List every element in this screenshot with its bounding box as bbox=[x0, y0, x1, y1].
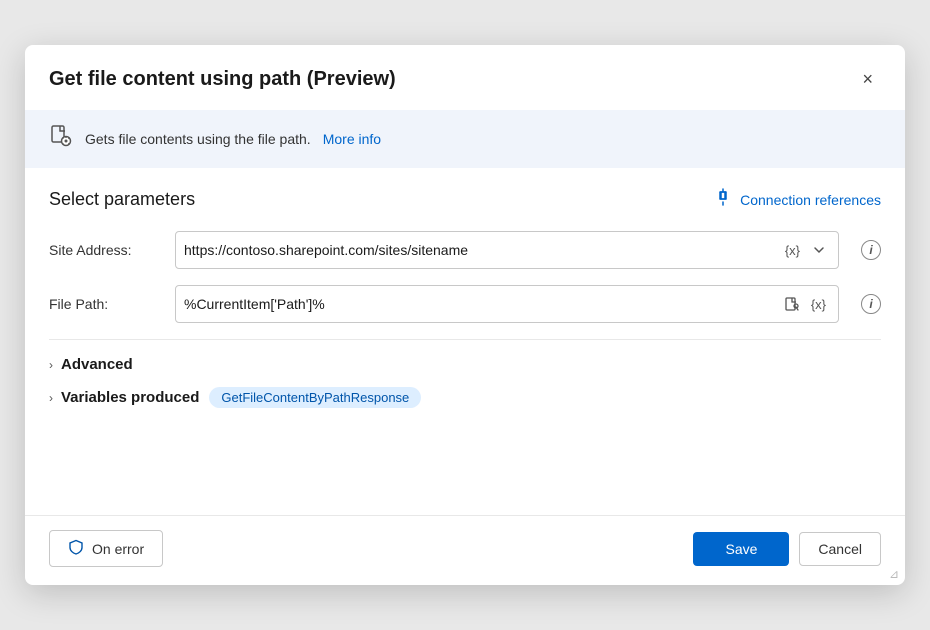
resize-handle: ⊿ bbox=[889, 567, 899, 581]
on-error-label: On error bbox=[92, 541, 144, 557]
file-icon bbox=[49, 124, 73, 154]
variables-row: › Variables produced GetFileContentByPat… bbox=[49, 387, 881, 408]
site-address-label: Site Address: bbox=[49, 242, 159, 258]
variables-section[interactable]: › Variables produced bbox=[49, 389, 199, 406]
site-address-controls: {x} bbox=[781, 241, 830, 260]
site-address-row: Site Address: {x} i bbox=[49, 231, 881, 269]
site-address-info-btn[interactable]: i bbox=[861, 240, 881, 260]
advanced-label: Advanced bbox=[61, 356, 133, 373]
variables-label: Variables produced bbox=[61, 389, 199, 406]
site-address-dropdown-btn[interactable] bbox=[808, 241, 830, 259]
save-button[interactable]: Save bbox=[693, 532, 789, 566]
variables-chevron-icon: › bbox=[49, 391, 53, 405]
more-info-link[interactable]: More info bbox=[323, 131, 381, 147]
shield-icon bbox=[68, 539, 84, 558]
site-address-input-wrapper[interactable]: {x} bbox=[175, 231, 839, 269]
section-title: Select parameters bbox=[49, 189, 195, 210]
file-path-info-btn[interactable]: i bbox=[861, 294, 881, 314]
advanced-chevron-icon: › bbox=[49, 358, 53, 372]
connection-ref-label: Connection references bbox=[740, 192, 881, 208]
connection-references-button[interactable]: Connection references bbox=[714, 188, 881, 211]
file-path-label: File Path: bbox=[49, 296, 159, 312]
cancel-button[interactable]: Cancel bbox=[799, 532, 881, 566]
file-path-input-wrapper[interactable]: {x} bbox=[175, 285, 839, 323]
advanced-section[interactable]: › Advanced bbox=[49, 356, 881, 373]
divider-1 bbox=[49, 339, 881, 340]
info-text: Gets file contents using the file path. bbox=[85, 131, 311, 147]
on-error-button[interactable]: On error bbox=[49, 530, 163, 567]
variable-badge: GetFileContentByPathResponse bbox=[209, 387, 421, 408]
close-button[interactable]: × bbox=[854, 65, 881, 94]
main-dialog: Get file content using path (Preview) × … bbox=[25, 45, 905, 585]
footer-right: Save Cancel bbox=[693, 532, 881, 566]
site-address-input[interactable] bbox=[184, 242, 781, 258]
section-header: Select parameters Connection references bbox=[49, 188, 881, 211]
file-path-controls: {x} bbox=[780, 295, 830, 314]
dialog-body: Select parameters Connection references … bbox=[25, 168, 905, 515]
dialog-footer: On error Save Cancel bbox=[25, 515, 905, 585]
file-path-row: File Path: {x} i bbox=[49, 285, 881, 323]
file-path-variable-btn[interactable]: {x} bbox=[807, 295, 830, 314]
file-path-input[interactable] bbox=[184, 296, 780, 312]
plug-icon bbox=[714, 188, 732, 211]
file-path-file-btn[interactable] bbox=[780, 295, 803, 314]
dialog-header: Get file content using path (Preview) × bbox=[25, 45, 905, 110]
info-banner: Gets file contents using the file path. … bbox=[25, 110, 905, 168]
site-address-variable-btn[interactable]: {x} bbox=[781, 241, 804, 260]
footer-left: On error bbox=[49, 530, 163, 567]
dialog-title: Get file content using path (Preview) bbox=[49, 68, 396, 91]
